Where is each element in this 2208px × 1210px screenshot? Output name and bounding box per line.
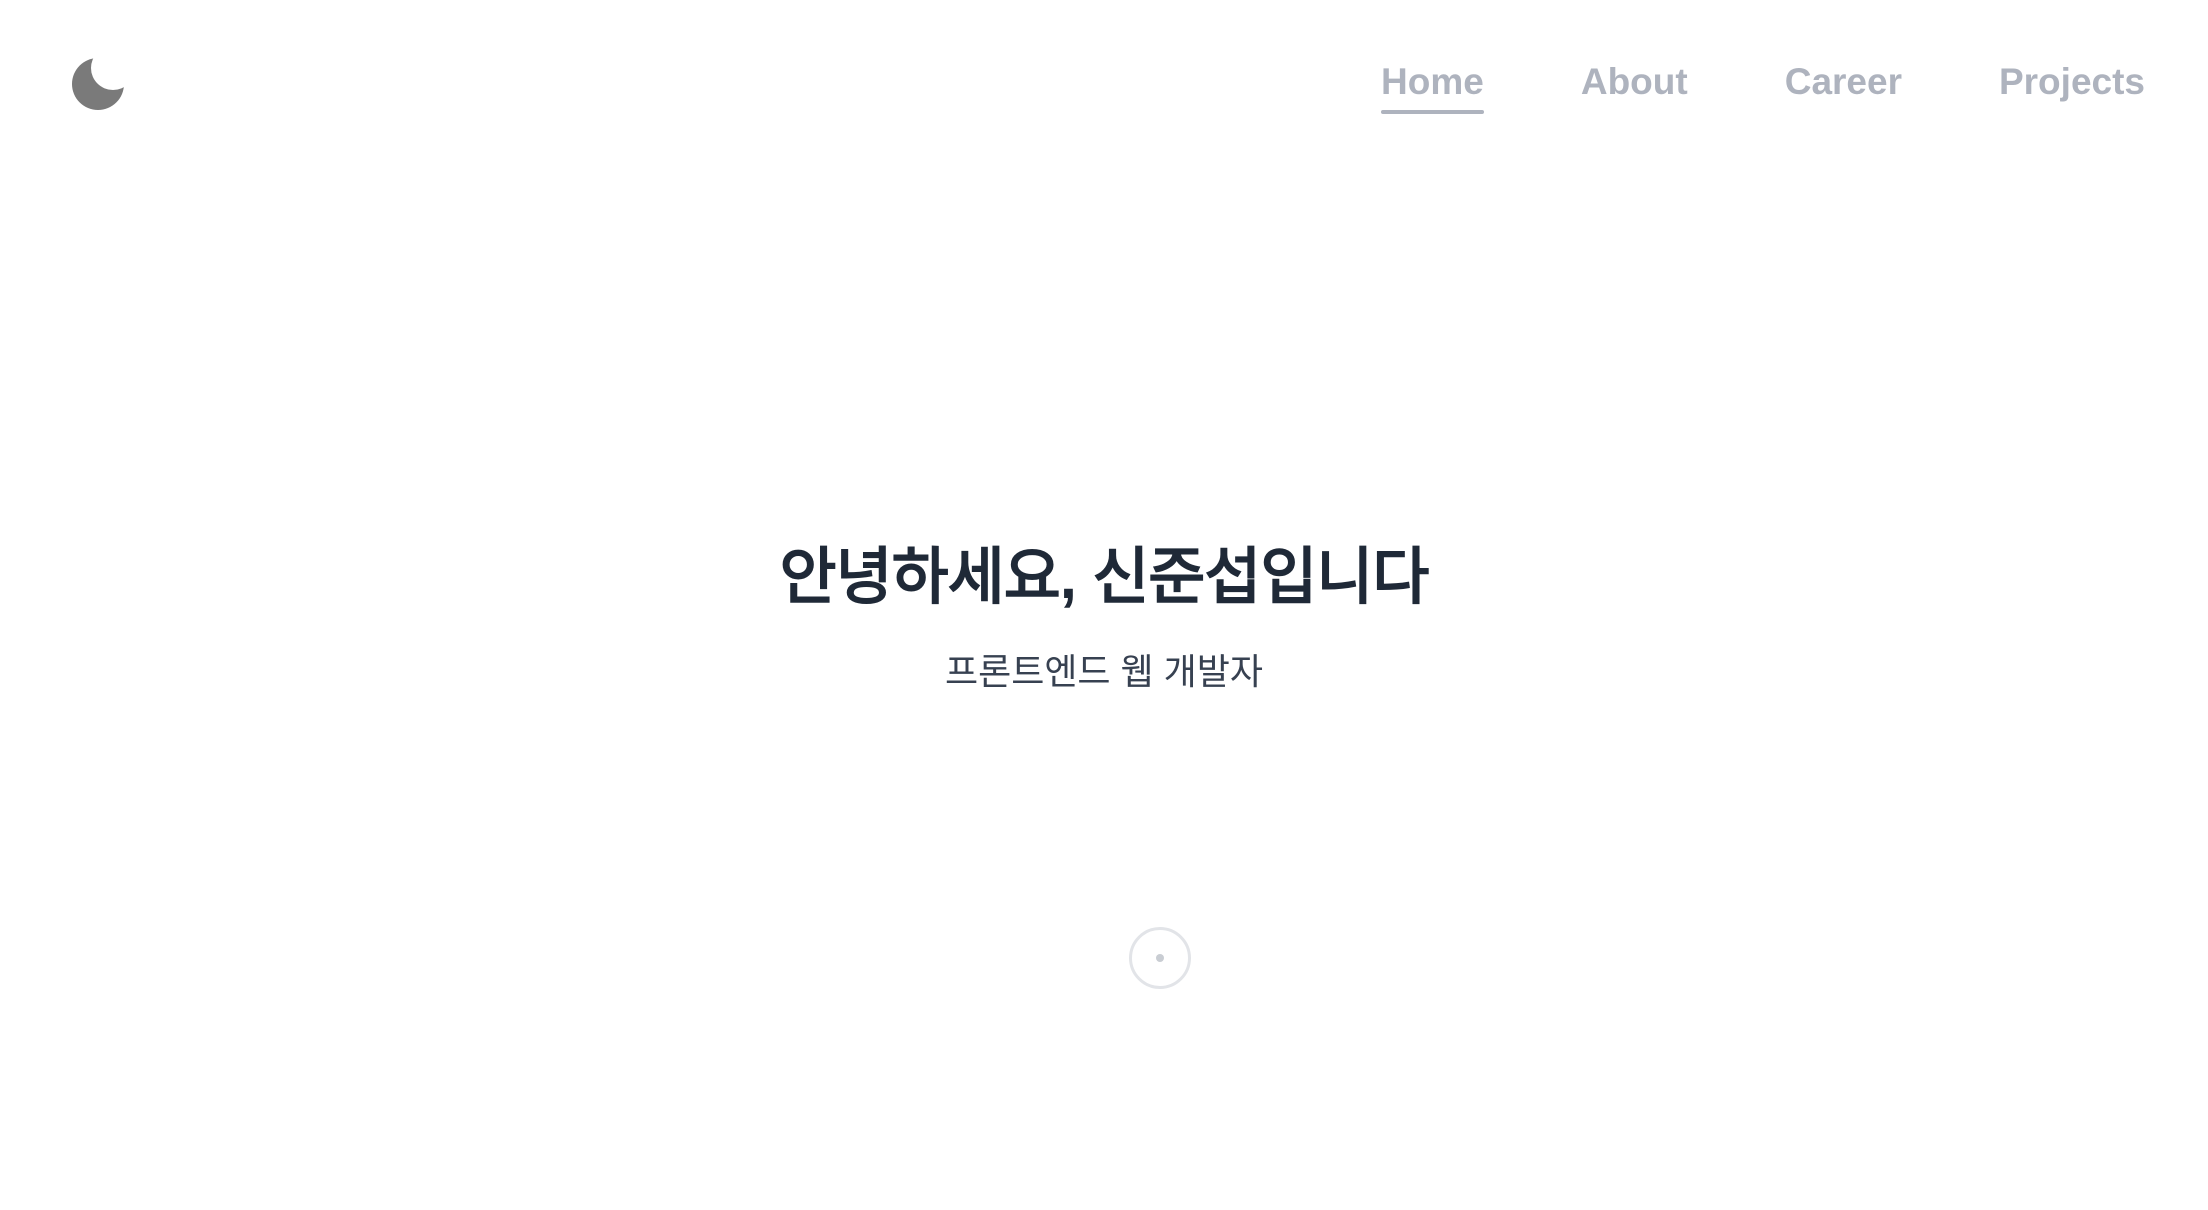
theme-toggle-button[interactable] bbox=[62, 48, 134, 120]
nav-item-projects[interactable]: Projects bbox=[1999, 58, 2145, 106]
nav-item-home[interactable]: Home bbox=[1381, 58, 1484, 114]
moon-icon bbox=[70, 56, 126, 112]
nav-item-about[interactable]: About bbox=[1581, 58, 1688, 106]
main-nav: Home About Career Projects bbox=[1381, 58, 2145, 114]
hero-title: 안녕하세요, 신준섭입니다 bbox=[779, 543, 1430, 612]
scroll-dot bbox=[1156, 954, 1164, 962]
page: Home About Career Projects 안녕하세요, 신준섭입니다… bbox=[0, 0, 2208, 1210]
nav-item-career[interactable]: Career bbox=[1785, 58, 1902, 106]
hero-subtitle: 프론트엔드 웹 개발자 bbox=[944, 651, 1264, 692]
hero-section: 안녕하세요, 신준섭입니다 프론트엔드 웹 개발자 bbox=[0, 538, 2208, 696]
scroll-down-indicator-icon[interactable] bbox=[1129, 927, 1191, 989]
